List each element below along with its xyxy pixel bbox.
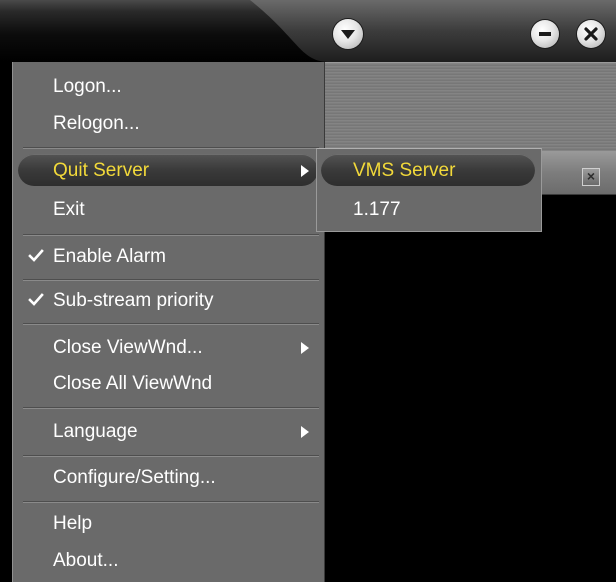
- menu-separator: [23, 455, 319, 457]
- menu-item-label: Language: [53, 421, 138, 442]
- submenu-item-label: 1.177: [353, 199, 401, 220]
- toolbar-area: [325, 62, 616, 151]
- menu-item-label: Close All ViewWnd: [53, 373, 213, 394]
- menu-item-label: Quit Server: [53, 160, 150, 181]
- view-pane: [325, 232, 616, 582]
- menu-item-label: Close ViewWnd...: [53, 337, 203, 358]
- view-pane-header: [542, 151, 616, 195]
- menu-separator: [23, 234, 319, 236]
- left-edge: [0, 148, 12, 582]
- menu-item-label: About...: [53, 550, 119, 571]
- checkmark-icon: [28, 249, 44, 262]
- menu-item-about[interactable]: About...: [13, 543, 324, 579]
- title-bar-decoration: [250, 0, 616, 62]
- menu-item-enable-alarm[interactable]: Enable Alarm: [13, 239, 324, 275]
- menu-item-label: Relogon...: [53, 113, 140, 134]
- menu-item-label: Configure/Setting...: [53, 467, 216, 488]
- title-bar: [0, 0, 616, 62]
- submenu-item-label: VMS Server: [353, 160, 456, 181]
- menu-item-relogon[interactable]: Relogon...: [13, 106, 324, 142]
- menu-item-exit[interactable]: Exit: [13, 192, 324, 228]
- close-button[interactable]: [577, 20, 605, 48]
- menu-item-quit-server[interactable]: Quit Server: [13, 153, 324, 189]
- menu-item-label: Exit: [53, 199, 85, 220]
- menu-item-help[interactable]: Help: [13, 506, 324, 542]
- menu-item-label: Enable Alarm: [53, 246, 167, 267]
- menu-item-label: Logon...: [53, 76, 122, 97]
- menu-item-close-all-viewwnd[interactable]: Close All ViewWnd: [13, 366, 324, 402]
- menu-separator: [23, 501, 319, 503]
- menu-item-sub-stream-priority[interactable]: Sub-stream priority: [13, 283, 324, 319]
- menu-dropdown-button[interactable]: [333, 19, 363, 49]
- menu-item-logon[interactable]: Logon...: [13, 69, 324, 105]
- menu-item-language[interactable]: Language: [13, 414, 324, 450]
- submenu-arrow-icon: [301, 426, 309, 438]
- close-icon: [584, 27, 598, 41]
- menu-separator: [23, 407, 319, 409]
- minimize-button[interactable]: [531, 20, 559, 48]
- minimize-icon: [539, 32, 551, 36]
- menu-separator: [23, 323, 319, 325]
- checkmark-icon: [28, 293, 44, 306]
- quit-server-submenu: VMS Server 1.177: [316, 148, 542, 232]
- menu-item-close-viewwnd[interactable]: Close ViewWnd...: [13, 330, 324, 366]
- chevron-down-icon: [341, 30, 355, 39]
- menu-item-label: Sub-stream priority: [53, 290, 214, 311]
- menu-separator: [23, 279, 319, 281]
- submenu-item-vms-server[interactable]: VMS Server: [317, 153, 541, 189]
- submenu-item-1-177[interactable]: 1.177: [317, 192, 541, 228]
- view-pane-close-button[interactable]: ×: [582, 168, 600, 186]
- submenu-arrow-icon: [301, 342, 309, 354]
- menu-separator: [23, 147, 319, 149]
- menu-item-configure-setting[interactable]: Configure/Setting...: [13, 460, 324, 496]
- submenu-arrow-icon: [301, 165, 309, 177]
- main-menu: Logon... Relogon... Quit Server Exit Ena…: [12, 62, 325, 582]
- menu-item-label: Help: [53, 513, 93, 534]
